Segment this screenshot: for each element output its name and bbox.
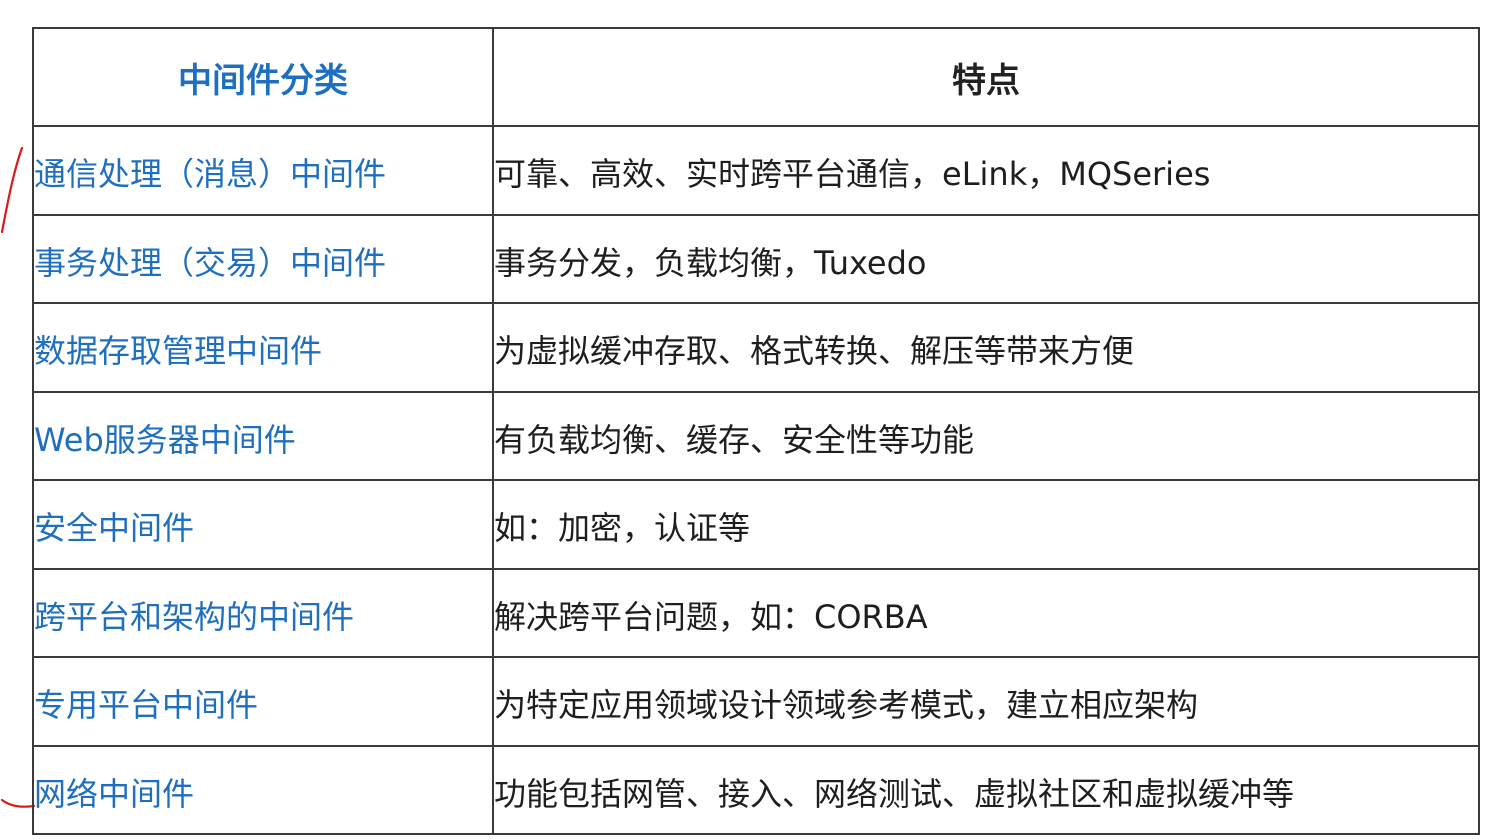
table-row: 通信处理（消息）中间件 可靠、高效、实时跨平台通信，eLink，MQSeries (32, 125, 1480, 216)
table-row: 网络中间件 功能包括网管、接入、网络测试、虚拟社区和虚拟缓冲等 (32, 744, 1480, 835)
category-cell: 通信处理（消息）中间件 (32, 125, 494, 216)
table-header-row: 中间件分类 特点 (32, 27, 1480, 127)
table-row: 安全中间件 如：加密，认证等 (32, 479, 1480, 570)
feature-cell: 如：加密，认证等 (492, 479, 1480, 570)
table-row: Web服务器中间件 有负载均衡、缓存、安全性等功能 (32, 390, 1480, 481)
middleware-classification-table: 中间件分类 特点 通信处理（消息）中间件 可靠、高效、实时跨平台通信，eLink… (32, 27, 1480, 835)
feature-cell: 为特定应用领域设计领域参考模式，建立相应架构 (492, 656, 1480, 747)
feature-cell: 有负载均衡、缓存、安全性等功能 (492, 390, 1480, 481)
category-cell: 专用平台中间件 (32, 656, 494, 747)
header-category: 中间件分类 (32, 27, 494, 127)
feature-cell: 事务分发，负载均衡，Tuxedo (492, 213, 1480, 304)
category-cell: Web服务器中间件 (32, 390, 494, 481)
table-row: 跨平台和架构的中间件 解决跨平台问题，如：CORBA (32, 567, 1480, 658)
header-feature: 特点 (492, 27, 1480, 127)
feature-cell: 功能包括网管、接入、网络测试、虚拟社区和虚拟缓冲等 (492, 744, 1480, 835)
feature-cell: 为虚拟缓冲存取、格式转换、解压等带来方便 (492, 302, 1480, 393)
category-cell: 数据存取管理中间件 (32, 302, 494, 393)
category-cell: 事务处理（交易）中间件 (32, 213, 494, 304)
table-row: 专用平台中间件 为特定应用领域设计领域参考模式，建立相应架构 (32, 656, 1480, 747)
table-row: 事务处理（交易）中间件 事务分发，负载均衡，Tuxedo (32, 213, 1480, 304)
feature-cell: 可靠、高效、实时跨平台通信，eLink，MQSeries (492, 125, 1480, 216)
category-cell: 安全中间件 (32, 479, 494, 570)
category-cell: 跨平台和架构的中间件 (32, 567, 494, 658)
category-cell: 网络中间件 (32, 744, 494, 835)
table-row: 数据存取管理中间件 为虚拟缓冲存取、格式转换、解压等带来方便 (32, 302, 1480, 393)
feature-cell: 解决跨平台问题，如：CORBA (492, 567, 1480, 658)
